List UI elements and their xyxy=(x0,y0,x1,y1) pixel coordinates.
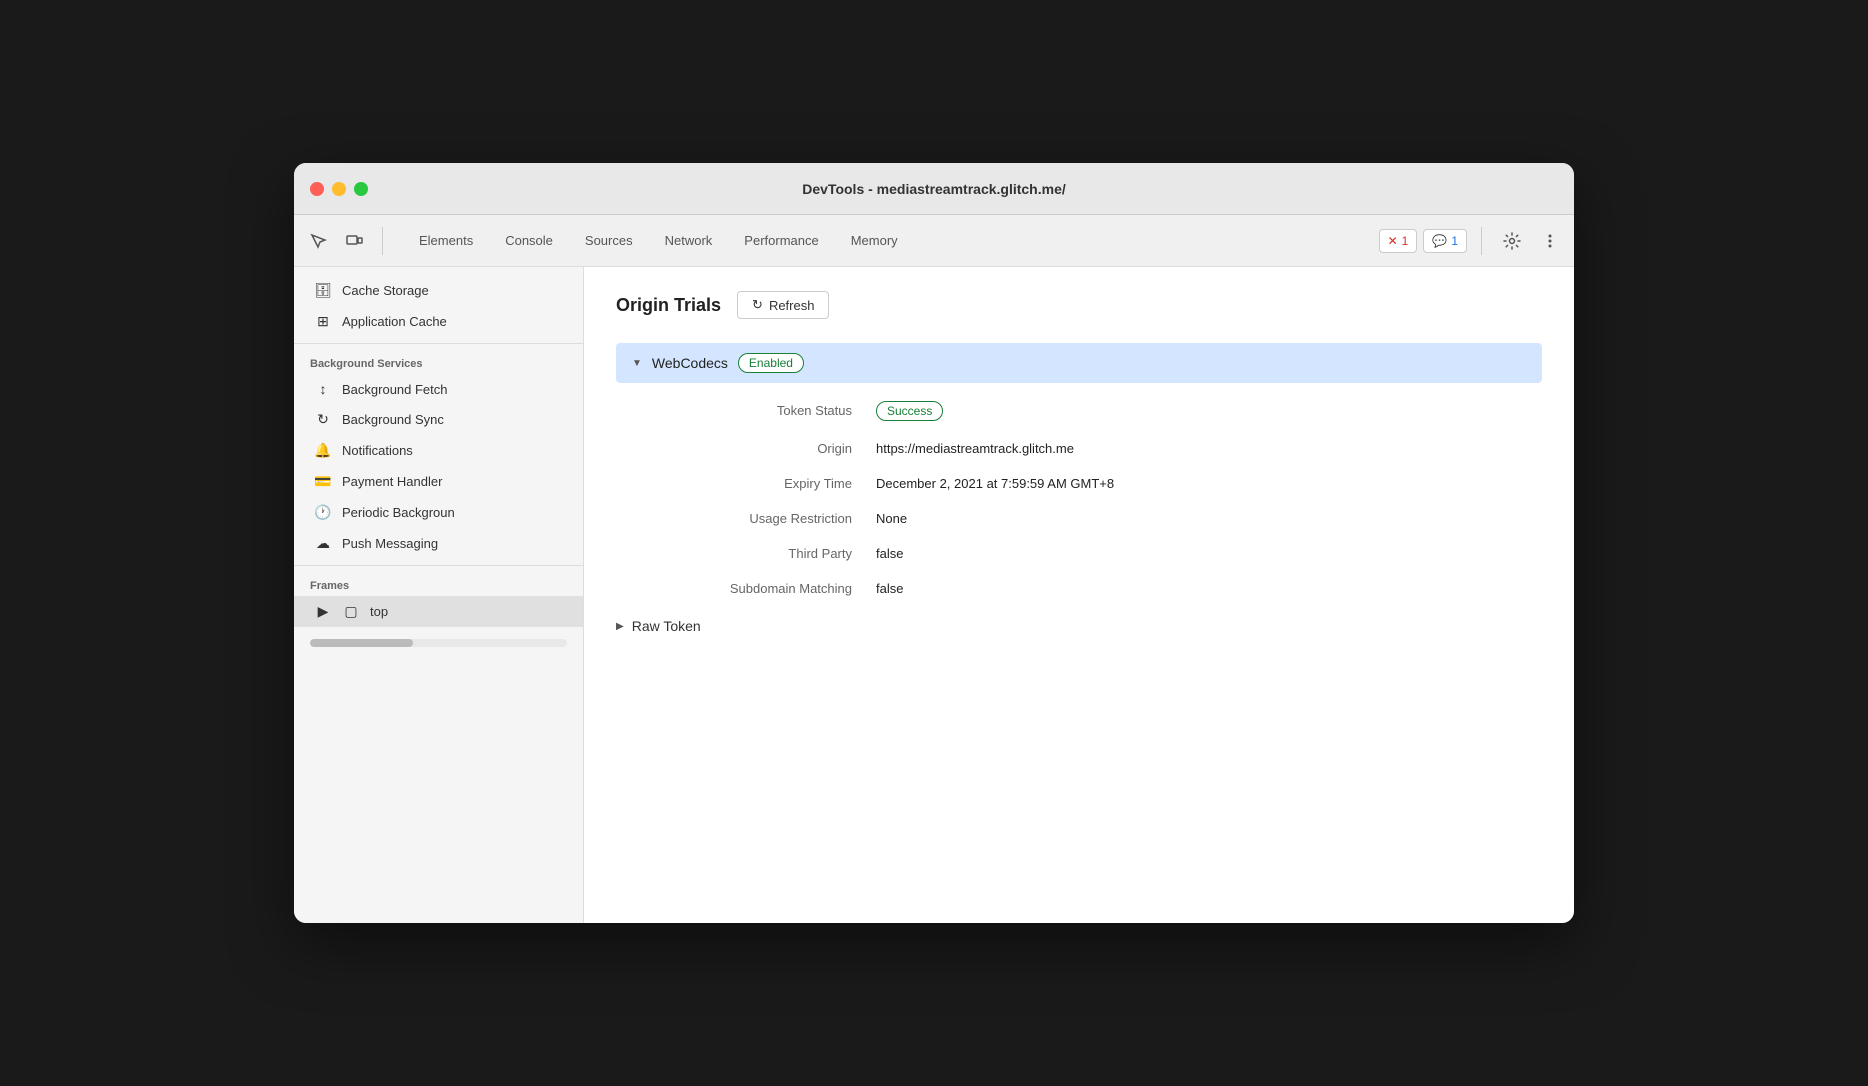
sidebar-item-notifications[interactable]: 🔔 Notifications xyxy=(294,435,583,466)
tab-sources[interactable]: Sources xyxy=(569,227,649,254)
toolbar-left xyxy=(302,225,391,257)
origin-row: Origin https://mediastreamtrack.glitch.m… xyxy=(616,431,1542,466)
sidebar-item-label: Cache Storage xyxy=(342,283,429,298)
trial-arrow-icon: ▼ xyxy=(632,358,642,369)
usage-restriction-value: None xyxy=(876,511,907,526)
third-party-row: Third Party false xyxy=(616,536,1542,571)
trial-header[interactable]: ▼ WebCodecs Enabled xyxy=(632,353,1526,373)
main-tabs: Elements Console Sources Network Perform… xyxy=(403,227,1379,254)
sidebar-item-bg-sync[interactable]: ↻ Background Sync xyxy=(294,404,583,435)
toolbar-right: ✕ 1 💬 1 xyxy=(1379,225,1566,257)
sidebar-item-periodic-bg[interactable]: 🕐 Periodic Backgroun xyxy=(294,497,583,528)
usage-restriction-row: Usage Restriction None xyxy=(616,501,1542,536)
devtools-window: DevTools - mediastreamtrack.glitch.me/ E… xyxy=(294,163,1574,923)
close-button[interactable] xyxy=(310,182,324,196)
sidebar-divider-2 xyxy=(294,565,583,566)
sidebar-item-label: Periodic Backgroun xyxy=(342,505,455,520)
tab-memory[interactable]: Memory xyxy=(835,227,914,254)
bg-sync-icon: ↻ xyxy=(314,411,332,428)
sidebar-item-label: Payment Handler xyxy=(342,474,442,489)
sidebar-item-application-cache[interactable]: ⊞ Application Cache xyxy=(294,306,583,337)
refresh-label: Refresh xyxy=(769,298,815,313)
message-count: 1 xyxy=(1451,234,1458,248)
window-title: DevTools - mediastreamtrack.glitch.me/ xyxy=(802,181,1066,197)
bg-fetch-icon: ↕ xyxy=(314,381,332,397)
frames-label: Frames xyxy=(294,572,583,596)
expiry-row: Expiry Time December 2, 2021 at 7:59:59 … xyxy=(616,466,1542,501)
expiry-value: December 2, 2021 at 7:59:59 AM GMT+8 xyxy=(876,476,1114,491)
sidebar-item-label: Notifications xyxy=(342,443,413,458)
error-icon: ✕ xyxy=(1388,234,1398,248)
payment-handler-icon: 💳 xyxy=(314,473,332,490)
detail-table: Token Status Success Origin https://medi… xyxy=(616,391,1542,606)
token-status-row: Token Status Success xyxy=(616,391,1542,431)
sidebar-scrollbar[interactable] xyxy=(310,639,567,647)
inspect-icon[interactable] xyxy=(302,225,334,257)
title-bar: DevTools - mediastreamtrack.glitch.me/ xyxy=(294,163,1574,215)
usage-restriction-label: Usage Restriction xyxy=(616,511,876,526)
sidebar-item-label: Background Sync xyxy=(342,412,444,427)
sidebar-item-top[interactable]: ▶ ▢ top xyxy=(294,596,583,627)
third-party-value: false xyxy=(876,546,903,561)
page-title: Origin Trials xyxy=(616,295,721,316)
expand-icon: ▶ xyxy=(314,603,332,620)
sidebar-item-cache-storage[interactable]: 🗄 Cache Storage xyxy=(294,275,583,306)
origin-value: https://mediastreamtrack.glitch.me xyxy=(876,441,1074,456)
main-area: 🗄 Cache Storage ⊞ Application Cache Back… xyxy=(294,267,1574,923)
push-messaging-icon: ☁ xyxy=(314,535,332,552)
sidebar-item-payment-handler[interactable]: 💳 Payment Handler xyxy=(294,466,583,497)
trial-enabled-badge: Enabled xyxy=(738,353,804,373)
message-badge-button[interactable]: 💬 1 xyxy=(1423,229,1467,253)
folder-icon: ▢ xyxy=(342,603,360,620)
content-panel: Origin Trials ↻ Refresh ▼ WebCodecs Enab… xyxy=(584,267,1574,923)
sidebar: 🗄 Cache Storage ⊞ Application Cache Back… xyxy=(294,267,584,923)
sidebar-scrollbar-thumb xyxy=(310,639,413,647)
third-party-label: Third Party xyxy=(616,546,876,561)
subdomain-row: Subdomain Matching false xyxy=(616,571,1542,606)
tab-performance[interactable]: Performance xyxy=(728,227,834,254)
traffic-lights xyxy=(310,182,368,196)
settings-icon[interactable] xyxy=(1496,225,1528,257)
raw-token-label: Raw Token xyxy=(632,618,701,634)
device-icon[interactable] xyxy=(338,225,370,257)
minimize-button[interactable] xyxy=(332,182,346,196)
token-status-label: Token Status xyxy=(616,403,876,418)
message-icon: 💬 xyxy=(1432,234,1447,248)
expiry-label: Expiry Time xyxy=(616,476,876,491)
subdomain-label: Subdomain Matching xyxy=(616,581,876,596)
trial-section: ▼ WebCodecs Enabled xyxy=(616,343,1542,383)
tab-network[interactable]: Network xyxy=(649,227,729,254)
notifications-icon: 🔔 xyxy=(314,442,332,459)
raw-token-row[interactable]: ▶ Raw Token xyxy=(616,606,1542,646)
error-count: 1 xyxy=(1402,234,1409,248)
sidebar-item-label: Background Fetch xyxy=(342,382,448,397)
content-header: Origin Trials ↻ Refresh xyxy=(616,291,1542,319)
trial-name: WebCodecs xyxy=(652,355,728,371)
refresh-icon: ↻ xyxy=(752,297,763,313)
periodic-bg-icon: 🕐 xyxy=(314,504,332,521)
more-icon[interactable] xyxy=(1534,225,1566,257)
tab-bar: Elements Console Sources Network Perform… xyxy=(294,215,1574,267)
tab-elements[interactable]: Elements xyxy=(403,227,489,254)
sidebar-divider-1 xyxy=(294,343,583,344)
sidebar-item-label: Application Cache xyxy=(342,314,447,329)
error-badge-button[interactable]: ✕ 1 xyxy=(1379,229,1418,253)
refresh-button[interactable]: ↻ Refresh xyxy=(737,291,829,319)
tab-console[interactable]: Console xyxy=(489,227,569,254)
toolbar-divider xyxy=(382,227,383,255)
raw-token-arrow-icon: ▶ xyxy=(616,621,624,632)
maximize-button[interactable] xyxy=(354,182,368,196)
cache-storage-icon: 🗄 xyxy=(314,282,332,299)
sidebar-item-bg-fetch[interactable]: ↕ Background Fetch xyxy=(294,374,583,404)
sidebar-item-label: Push Messaging xyxy=(342,536,438,551)
token-status-value: Success xyxy=(876,401,943,421)
origin-label: Origin xyxy=(616,441,876,456)
sidebar-item-push-messaging[interactable]: ☁ Push Messaging xyxy=(294,528,583,559)
subdomain-value: false xyxy=(876,581,903,596)
background-services-label: Background Services xyxy=(294,350,583,374)
application-cache-icon: ⊞ xyxy=(314,313,332,330)
right-divider xyxy=(1481,227,1482,255)
sidebar-item-label: top xyxy=(370,604,388,619)
